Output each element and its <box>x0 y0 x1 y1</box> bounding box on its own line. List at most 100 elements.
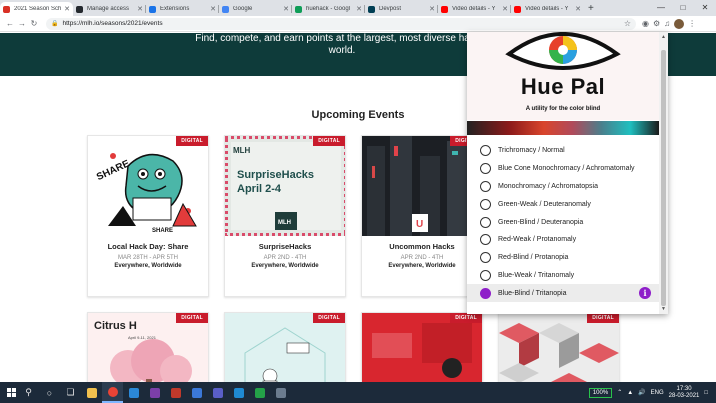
network-icon[interactable]: ▲ <box>627 390 633 396</box>
tab-favicon-icon <box>76 5 83 13</box>
tab-close-icon[interactable]: ✕ <box>137 5 143 13</box>
battery-indicator[interactable]: 100% <box>588 387 613 398</box>
tab-label: huehack - Googl <box>306 6 351 12</box>
tab-close-icon[interactable]: ✕ <box>429 5 435 13</box>
citrus-art-title: Citrus H <box>94 320 137 332</box>
profile-avatar[interactable] <box>674 18 685 29</box>
radio-button[interactable] <box>480 198 491 210</box>
onenote-icon[interactable] <box>144 382 165 403</box>
digital-badge: DIGITAL <box>313 313 345 323</box>
event-card-row2-2[interactable]: DIGITAL <box>224 312 346 382</box>
event-card-row2-4[interactable]: DIGITAL <box>498 312 620 382</box>
radio-button[interactable] <box>480 252 491 264</box>
event-title[interactable]: SurpriseHacks <box>225 242 345 251</box>
search-icon[interactable]: ⚲ <box>18 382 39 403</box>
lock-icon[interactable]: 🔒 <box>51 20 58 27</box>
extensions-puzzle-icon[interactable]: ⚙ <box>653 19 660 28</box>
browser-tab[interactable]: Video details - Y ✕ <box>438 2 511 16</box>
popup-scrollbar[interactable]: ▲ ▼ <box>659 32 668 314</box>
scroll-down-icon[interactable]: ▼ <box>659 306 668 312</box>
system-tray: 100% ⌃ ▲ 🔊 ENG 17:30 28-03-2021 □ <box>588 382 716 403</box>
address-bar[interactable]: 🔒 https://mlh.io/seasons/2021/events ☆ <box>46 17 636 30</box>
tab-favicon-icon <box>222 5 229 13</box>
vision-mode-label: Blue-Weak / Tritanomaly <box>498 271 575 279</box>
chrome-icon[interactable] <box>102 382 123 403</box>
event-card-surprisehacks[interactable]: MLH SurpriseHacks April 2-4 MLH DIGITAL … <box>224 135 346 297</box>
browser-tab[interactable]: 2021 Season Sch ✕ <box>0 2 73 16</box>
vision-mode-option[interactable]: Monochromacy / Achromatopsia <box>467 178 659 196</box>
tab-close-icon[interactable]: ✕ <box>64 5 70 13</box>
event-title[interactable]: Local Hack Day: Share <box>88 242 208 251</box>
radio-button[interactable] <box>480 180 491 192</box>
windows-start-icon[interactable] <box>4 382 18 403</box>
vscode-insiders-icon[interactable] <box>249 382 270 403</box>
info-icon[interactable]: i <box>639 287 651 300</box>
event-card-uncommon-hacks[interactable]: U DIGITAL Uncommon Hacks APR 2ND - 4TH E… <box>361 135 483 297</box>
event-card-local-hack-day[interactable]: SHARE SHARE DIGITAL Local Hack Day: Shar… <box>87 135 209 297</box>
volume-icon[interactable]: 🔊 <box>638 389 645 396</box>
reload-icon[interactable]: ↻ <box>28 19 40 28</box>
maximize-icon[interactable]: □ <box>672 0 694 16</box>
app-icon[interactable] <box>165 382 186 403</box>
task-view-icon[interactable]: ❏ <box>60 382 81 403</box>
app-icon-3[interactable] <box>270 382 291 403</box>
vision-mode-option[interactable]: Blue-Blind / Tritanopia i <box>467 284 659 303</box>
vscode-icon[interactable] <box>228 382 249 403</box>
tab-close-icon[interactable]: ✕ <box>283 5 289 13</box>
color-spectrum-bar <box>467 121 659 135</box>
event-card-citrus-hack[interactable]: Citrus H April 9-11, 2021 DIGITAL <box>87 312 209 382</box>
new-tab-button[interactable]: + <box>588 2 594 16</box>
minimize-icon[interactable]: — <box>650 0 672 16</box>
close-window-icon[interactable]: ✕ <box>694 0 716 16</box>
vision-mode-option[interactable]: Green-Blind / Deuteranopia <box>467 213 659 231</box>
vision-mode-option[interactable]: Green-Weak / Deuteranomaly <box>467 195 659 213</box>
app-icon-2[interactable] <box>207 382 228 403</box>
chevron-up-icon[interactable]: ⌃ <box>617 389 622 396</box>
tab-close-icon[interactable]: ✕ <box>210 5 216 13</box>
file-explorer-icon[interactable] <box>81 382 102 403</box>
browser-tab[interactable]: Google ✕ <box>219 2 292 16</box>
radio-button[interactable] <box>480 145 491 157</box>
hue-pal-extension-icon[interactable]: ◉ <box>642 19 649 28</box>
radio-button[interactable] <box>480 269 491 281</box>
tab-close-icon[interactable]: ✕ <box>502 5 508 13</box>
scroll-thumb[interactable] <box>661 50 666 306</box>
tab-close-icon[interactable]: ✕ <box>356 5 362 13</box>
menu-kebab-icon[interactable]: ⋮ <box>688 19 696 28</box>
event-location: Everywhere, Worldwide <box>388 263 456 269</box>
radio-button[interactable] <box>480 234 491 246</box>
clock[interactable]: 17:30 28-03-2021 <box>669 386 700 400</box>
browser-tab[interactable]: huehack - Googl ✕ <box>292 2 365 16</box>
event-title[interactable]: Uncommon Hacks <box>362 242 482 251</box>
vision-mode-option[interactable]: Red-Blind / Protanopia <box>467 249 659 267</box>
vision-mode-label: Green-Weak / Deuteranomaly <box>498 200 591 208</box>
notifications-icon[interactable]: □ <box>704 390 708 396</box>
surprisehacks-art-name: SurpriseHacks <box>237 169 314 181</box>
cortana-icon[interactable]: ○ <box>39 382 60 403</box>
tab-label: Video details - Y <box>525 6 569 12</box>
browser-tab[interactable]: Devpost ✕ <box>365 2 438 16</box>
mail-icon[interactable] <box>186 382 207 403</box>
radio-button[interactable] <box>480 163 491 175</box>
vision-mode-option[interactable]: Trichromacy / Normal <box>467 142 659 160</box>
back-icon[interactable]: ← <box>4 19 16 28</box>
browser-tab[interactable]: Video details - Y ✕ <box>511 2 584 16</box>
radio-button[interactable] <box>480 216 491 228</box>
vision-mode-option[interactable]: Blue-Weak / Tritanomaly <box>467 267 659 285</box>
radio-button[interactable] <box>480 287 491 299</box>
event-meta: Local Hack Day: Share MAR 28TH - APR 5TH… <box>88 236 208 296</box>
event-card-row2-3[interactable]: DIGITAL <box>361 312 483 382</box>
bookmark-star-icon[interactable]: ☆ <box>624 19 631 28</box>
media-icon[interactable]: ♫ <box>664 19 670 28</box>
tab-close-icon[interactable]: ✕ <box>575 5 581 13</box>
forward-icon[interactable]: → <box>16 19 28 28</box>
scroll-up-icon[interactable]: ▲ <box>659 34 668 40</box>
language-indicator[interactable]: ENG <box>651 390 664 396</box>
browser-tab[interactable]: Extensions ✕ <box>146 2 219 16</box>
store-icon[interactable] <box>123 382 144 403</box>
browser-tab[interactable]: Manage access ✕ <box>73 2 146 16</box>
vision-mode-option[interactable]: Red-Weak / Protanomaly <box>467 231 659 249</box>
vision-mode-list: Trichromacy / Normal Blue Cone Monochroma… <box>467 142 659 303</box>
digital-badge: DIGITAL <box>587 313 619 323</box>
vision-mode-option[interactable]: Blue Cone Monochromacy / Achromatomaly <box>467 160 659 178</box>
